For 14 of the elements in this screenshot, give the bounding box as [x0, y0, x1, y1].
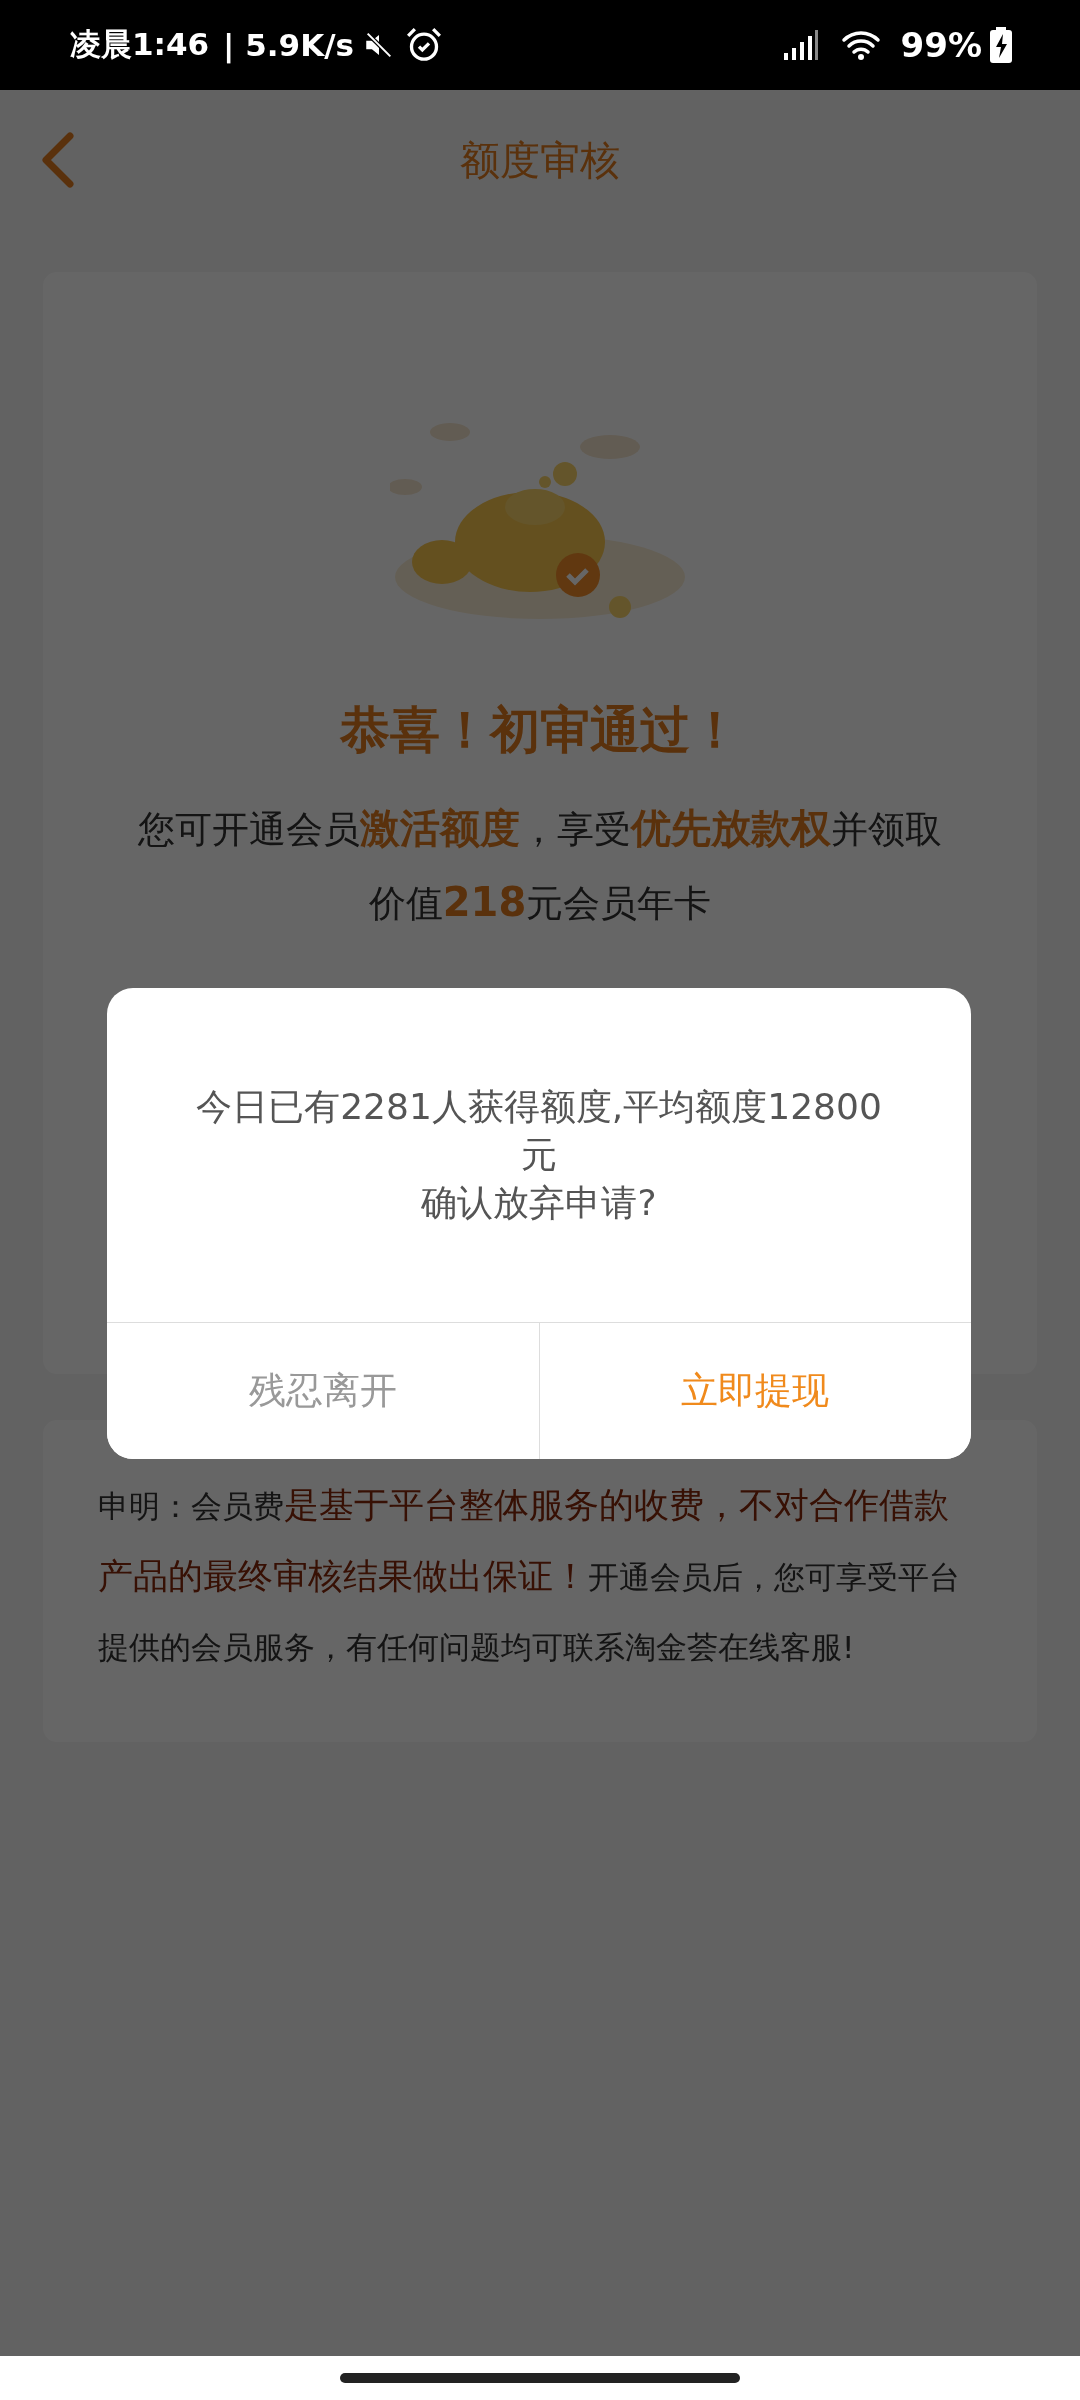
signal-icon: [782, 29, 819, 61]
page-title: 额度审核: [460, 135, 620, 185]
wifi-icon: [840, 29, 881, 61]
status-time: 凌晨1:46: [70, 25, 210, 64]
battery-charging-icon: [990, 27, 1012, 63]
home-indicator[interactable]: [340, 2373, 740, 2383]
dialog-message: 确认放弃申请?: [421, 1181, 657, 1225]
network-speed: | 5.9K/s: [223, 27, 354, 63]
battery-percent: 99%: [900, 25, 982, 65]
approval-title: 恭喜！初审通过！: [340, 700, 740, 761]
disclaimer-text: 申明：会员费是基于平台整体服务的收费，不对合作借款产品的最终审核结果做出保证！开通会员后，您可享受平台提供的会员服务，有任何问题均可联系淘金荟在线客服!: [98, 1484, 961, 1667]
approval-message: 您可开通会员激活额度，享受优先放款权并领取价值218元会员年卡: [137, 804, 943, 927]
dialog-message: 今日已有2281人获得额度,平均额度12800元: [195, 1085, 883, 1177]
withdraw-button[interactable]: 立即提现: [538, 1323, 971, 1459]
